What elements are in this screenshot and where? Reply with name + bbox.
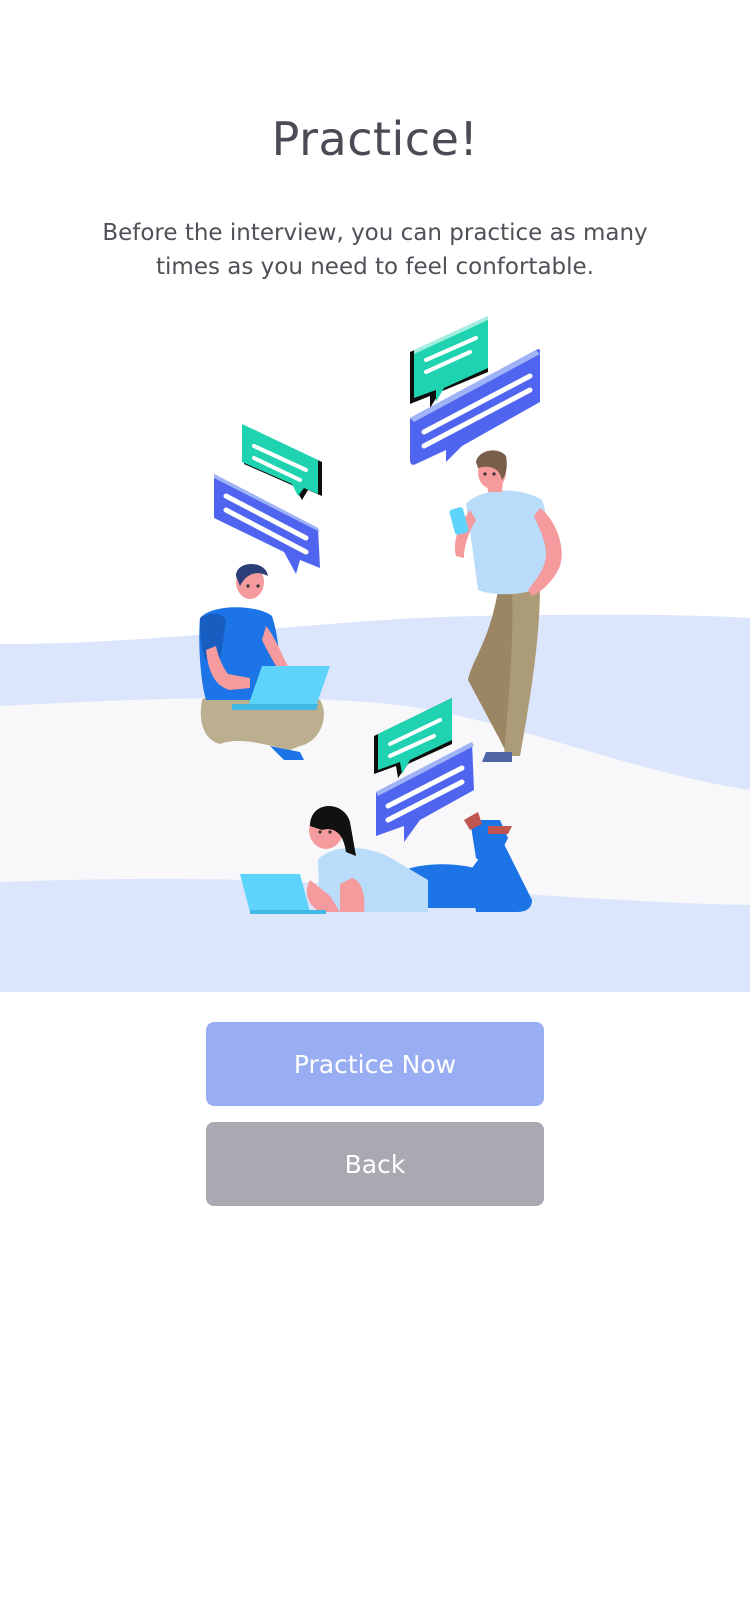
page-subtitle: Before the interview, you can practice a… [102, 220, 648, 280]
people-chatting-illustration [0, 300, 750, 992]
illustration-svg [0, 316, 750, 992]
speech-bubbles-top-left [214, 424, 322, 574]
page-title: Practice! [271, 112, 479, 166]
back-button[interactable]: Back [206, 1122, 544, 1206]
practice-now-button[interactable]: Practice Now [206, 1022, 544, 1106]
speech-bubbles-top-right [410, 316, 540, 465]
